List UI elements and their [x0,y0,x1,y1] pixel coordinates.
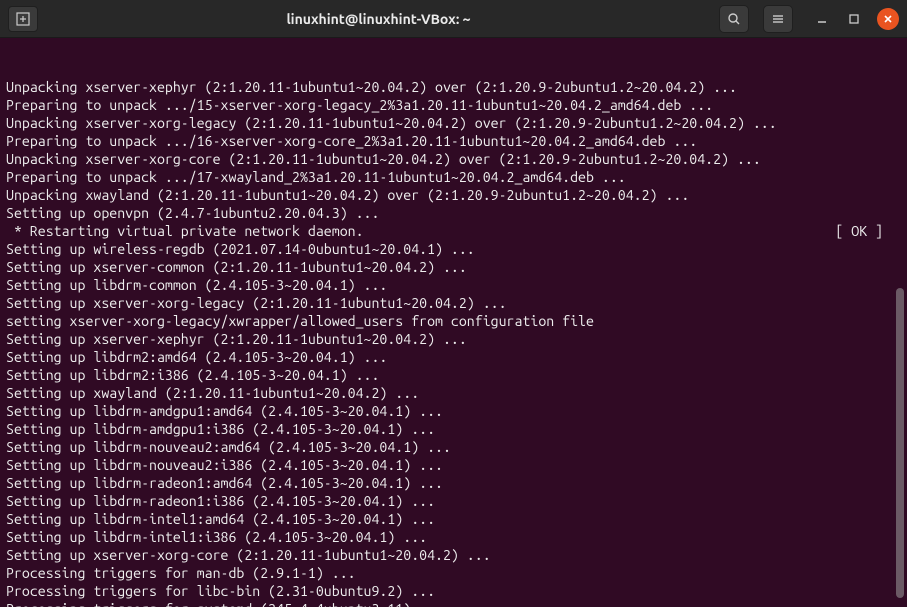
terminal-line: Setting up libdrm-nouveau2:i386 (2.4.105… [6,456,901,474]
menu-button[interactable] [763,5,793,33]
terminal-line: Unpacking xwayland (2:1.20.11-1ubuntu1~2… [6,186,901,204]
terminal-line: Preparing to unpack .../16-xserver-xorg-… [6,132,901,150]
terminal-line: Setting up libdrm2:amd64 (2.4.105-3~20.0… [6,348,901,366]
terminal-line: Unpacking xserver-xorg-core (2:1.20.11-1… [6,150,901,168]
terminal-line: Setting up xserver-common (2:1.20.11-1ub… [6,258,901,276]
window-controls [813,8,899,30]
terminal-line: * Restarting virtual private network dae… [6,222,901,240]
new-tab-button[interactable] [8,6,38,32]
terminal-line: Processing triggers for systemd (245.4-4… [6,600,901,607]
terminal-line: Setting up libdrm-intel1:amd64 (2.4.105-… [6,510,901,528]
terminal-line: Setting up xserver-xorg-legacy (2:1.20.1… [6,294,901,312]
minimize-button[interactable] [813,10,831,28]
terminal-line: Setting up libdrm-amdgpu1:amd64 (2.4.105… [6,402,901,420]
terminal-line: Setting up libdrm-radeon1:amd64 (2.4.105… [6,474,901,492]
terminal-line: Setting up xserver-xorg-core (2:1.20.11-… [6,546,901,564]
search-button[interactable] [719,5,749,33]
terminal-line: Setting up libdrm-intel1:i386 (2.4.105-3… [6,528,901,546]
terminal-line: Setting up wireless-regdb (2021.07.14-0u… [6,240,901,258]
terminal-line: Setting up libdrm2:i386 (2.4.105-3~20.04… [6,366,901,384]
maximize-button[interactable] [845,10,863,28]
terminal-line: Setting up xserver-xephyr (2:1.20.11-1ub… [6,330,901,348]
close-button[interactable] [877,8,899,30]
terminal-line: Preparing to unpack .../17-xwayland_2%3a… [6,168,901,186]
titlebar-left [8,6,38,32]
titlebar: linuxhint@linuxhint-VBox: ~ [0,0,907,38]
terminal-line: Processing triggers for man-db (2.9.1-1)… [6,564,901,582]
terminal-line: Processing triggers for libc-bin (2.31-0… [6,582,901,600]
scrollbar[interactable] [896,288,904,598]
terminal-line: Setting up libdrm-amdgpu1:i386 (2.4.105-… [6,420,901,438]
terminal-line: Unpacking xserver-xephyr (2:1.20.11-1ubu… [6,78,901,96]
terminal-body[interactable]: Unpacking xserver-xephyr (2:1.20.11-1ubu… [0,38,907,607]
terminal-line: Setting up libdrm-nouveau2:amd64 (2.4.10… [6,438,901,456]
terminal-line: Setting up openvpn (2.4.7-1ubuntu2.20.04… [6,204,901,222]
terminal-line: Preparing to unpack .../15-xserver-xorg-… [6,96,901,114]
terminal-line: Setting up libdrm-radeon1:i386 (2.4.105-… [6,492,901,510]
window-title: linuxhint@linuxhint-VBox: ~ [38,11,719,27]
titlebar-right [719,5,899,33]
terminal-line: Unpacking xserver-xorg-legacy (2:1.20.11… [6,114,901,132]
terminal-line: setting xserver-xorg-legacy/xwrapper/all… [6,312,901,330]
terminal-line: Setting up libdrm-common (2.4.105-3~20.0… [6,276,901,294]
terminal-line: Setting up xwayland (2:1.20.11-1ubuntu1~… [6,384,901,402]
